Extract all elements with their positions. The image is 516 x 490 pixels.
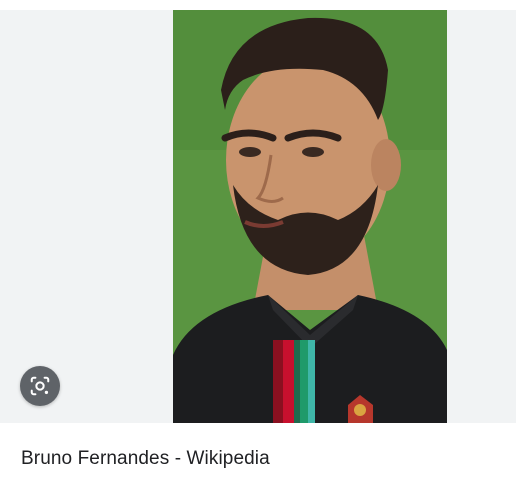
image-result-card[interactable]: Bruno Fernandes - Wikipedia: [0, 0, 516, 490]
result-caption[interactable]: Bruno Fernandes - Wikipedia: [21, 448, 270, 470]
top-strip: [0, 0, 516, 10]
player-photo[interactable]: [173, 10, 447, 423]
google-lens-icon: [30, 376, 50, 396]
player-photo-illustration: [173, 10, 447, 423]
google-lens-button[interactable]: [20, 366, 60, 406]
image-preview-area[interactable]: [0, 10, 516, 423]
